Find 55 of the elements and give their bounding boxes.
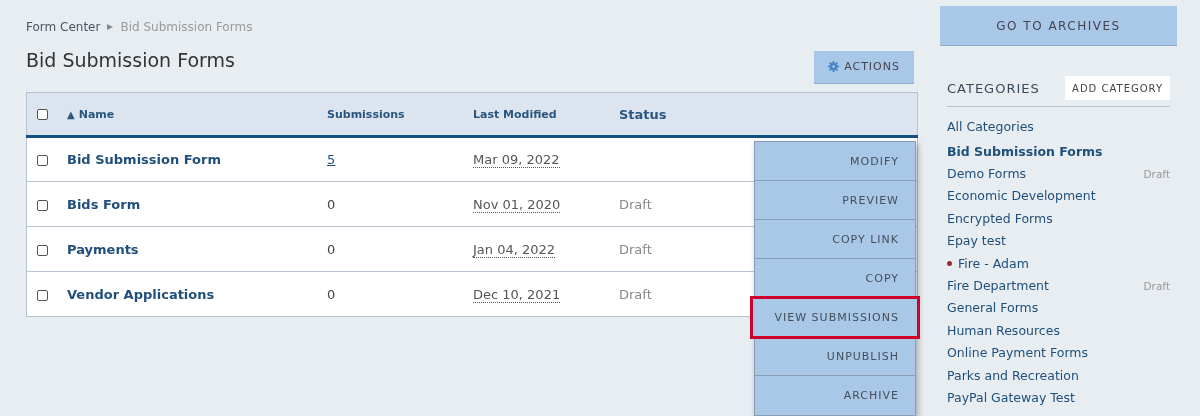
submissions-count: 0 [327, 241, 336, 257]
form-name-link[interactable]: Payments [67, 241, 139, 257]
category-link[interactable]: Online Payment Forms [947, 345, 1088, 361]
category-link[interactable]: Fire Department [947, 278, 1049, 294]
go-to-archives-button[interactable]: GO TO ARCHIVES [940, 6, 1177, 46]
categories-heading: CATEGORIES [947, 80, 1040, 96]
form-name-link[interactable]: Bid Submission Form [67, 152, 221, 167]
category-link[interactable]: Economic Development [947, 188, 1096, 204]
submissions-count: 0 [327, 286, 336, 302]
gear-icon [828, 61, 840, 72]
category-link[interactable]: Human Resources [947, 322, 1060, 338]
breadcrumb-separator-icon [107, 24, 114, 30]
actions-button[interactable]: ACTIONS [814, 50, 914, 84]
menu-item[interactable]: COPY [755, 259, 915, 298]
menu-item[interactable]: VIEW SUBMISSIONS [752, 298, 918, 337]
page-title: Bid Submission Forms [26, 49, 235, 71]
category-link[interactable]: All Categories [947, 119, 1034, 134]
menu-item[interactable]: PREVIEW [755, 181, 915, 220]
menu-item[interactable]: MODIFY [755, 142, 915, 181]
column-header[interactable]: ▲ Name [67, 107, 115, 121]
draft-label: Draft [1143, 279, 1170, 292]
category-link[interactable]: Parks and Recreation [947, 367, 1079, 383]
menu-item[interactable]: COPY LINK [755, 220, 915, 259]
submissions-count-link[interactable]: 5 [327, 152, 336, 167]
status-label: Draft [619, 241, 652, 257]
column-header[interactable]: Submissions [327, 107, 405, 121]
menu-item[interactable]: UNPUBLISH [755, 337, 915, 376]
status-label: Draft [619, 196, 652, 212]
menu-item[interactable]: ARCHIVE [755, 376, 915, 415]
select-all-checkbox[interactable] [37, 109, 48, 120]
category-link[interactable]: Demo Forms [947, 166, 1027, 182]
breadcrumb-link[interactable]: Form Center [26, 20, 101, 34]
category-link[interactable]: Fire - Adam [947, 255, 1029, 271]
category-link[interactable]: Bid Submission Forms [947, 143, 1103, 159]
breadcrumb-current: Bid Submission Forms [120, 20, 253, 34]
last-modified-date: Nov 01, 2020 [473, 196, 561, 213]
row-checkbox[interactable] [37, 155, 48, 166]
row-checkbox[interactable] [37, 289, 48, 301]
last-modified-date: Mar 09, 2022 [473, 152, 560, 168]
form-name-link[interactable]: Bids Form [67, 196, 141, 212]
draft-label: Draft [1143, 167, 1170, 180]
column-header[interactable]: Status [619, 106, 667, 122]
add-category-button[interactable]: ADD CATEGORY [1065, 76, 1170, 100]
category-link[interactable]: Epay test [947, 233, 1006, 249]
category-link[interactable]: PayPal Gateway Test [947, 390, 1075, 405]
submissions-count: 0 [327, 196, 336, 212]
category-link[interactable]: Encrypted Forms [947, 210, 1053, 226]
last-modified-date: Dec 10, 2021 [473, 286, 561, 303]
column-header[interactable]: Last Modified [473, 107, 557, 121]
category-link[interactable]: General Forms [947, 300, 1039, 316]
status-label: Draft [619, 286, 652, 302]
last-modified-date: Jan 04, 2022 [473, 241, 556, 258]
row-checkbox[interactable] [37, 199, 48, 211]
form-name-link[interactable]: Vendor Applications [67, 286, 215, 302]
row-checkbox[interactable] [37, 244, 48, 256]
